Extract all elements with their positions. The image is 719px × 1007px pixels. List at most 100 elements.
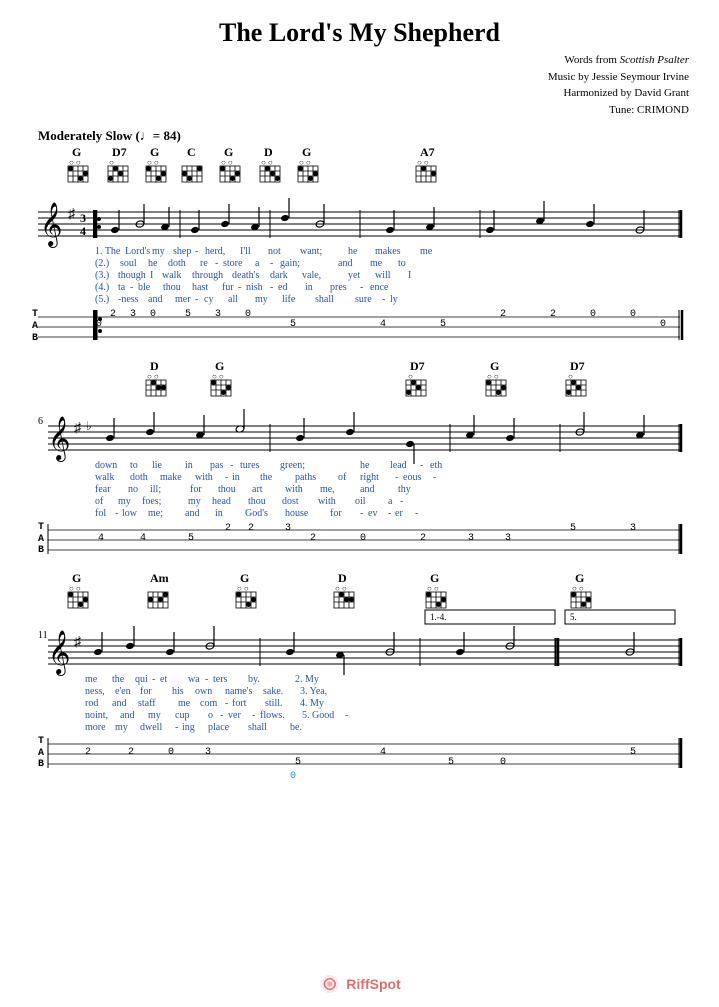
svg-text:3: 3 — [130, 309, 136, 320]
svg-text:3: 3 — [215, 309, 221, 320]
svg-text:a: a — [255, 258, 260, 269]
svg-text:my: my — [188, 496, 201, 507]
svg-text:3: 3 — [505, 533, 511, 544]
chord-grid-D7-1 — [108, 166, 128, 182]
svg-text:(3.): (3.) — [95, 270, 109, 281]
svg-text:walk: walk — [162, 270, 181, 281]
svg-text:0: 0 — [150, 309, 156, 320]
svg-text:and: and — [120, 710, 134, 721]
svg-text:for: for — [190, 484, 202, 495]
staff-section3: 11 𝄞 ♯ — [38, 626, 681, 676]
svg-text:still.: still. — [265, 698, 283, 709]
svg-text:-ness: -ness — [118, 294, 139, 305]
svg-text:-: - — [252, 710, 255, 721]
svg-text:shall: shall — [315, 294, 334, 305]
svg-text:paths: paths — [295, 472, 316, 483]
svg-text:down: down — [95, 460, 117, 471]
svg-text:5: 5 — [295, 757, 301, 768]
svg-text:I: I — [408, 270, 411, 281]
svg-text:5: 5 — [630, 747, 636, 758]
svg-text:in: in — [185, 460, 193, 471]
score-container: Moderately Slow (♩= 84) G ○ ○ D7 ○ — [30, 122, 690, 967]
svg-text:B: B — [38, 759, 44, 770]
svg-text:A: A — [38, 748, 44, 759]
svg-text:T: T — [38, 522, 44, 533]
svg-text:of: of — [95, 496, 104, 507]
chord-grid-C — [182, 166, 202, 182]
svg-text:he: he — [360, 460, 370, 471]
svg-text:(2.): (2.) — [95, 258, 109, 269]
svg-text:rod: rod — [85, 698, 98, 709]
svg-text:0: 0 — [168, 747, 174, 758]
svg-text:2. My: 2. My — [295, 674, 319, 685]
svg-text:2: 2 — [310, 533, 316, 544]
svg-text:I: I — [150, 270, 153, 281]
svg-text:re: re — [200, 258, 208, 269]
svg-text:-: - — [230, 460, 233, 471]
attribution-line4: Tune: CRIMOND — [30, 102, 689, 119]
svg-text:mer: mer — [175, 294, 191, 305]
svg-text:2: 2 — [128, 747, 134, 758]
svg-text:-: - — [382, 294, 385, 305]
svg-text:3. Yea,: 3. Yea, — [300, 686, 327, 697]
svg-text:right: right — [360, 472, 379, 483]
svg-text:2: 2 — [85, 747, 91, 758]
svg-text:♯: ♯ — [74, 421, 82, 436]
svg-text:I'll: I'll — [240, 246, 251, 257]
chord-grid-G-s3b — [236, 592, 256, 608]
watermark-label: RiffSpot — [346, 976, 400, 992]
svg-text:place: place — [208, 722, 230, 733]
svg-text:fur: fur — [222, 282, 234, 293]
svg-text:-: - — [433, 472, 436, 483]
svg-text:com: com — [200, 698, 217, 709]
svg-text:-: - — [388, 508, 391, 519]
svg-text:5: 5 — [440, 319, 446, 330]
svg-text:ill;: ill; — [150, 484, 161, 495]
svg-text:1. The: 1. The — [95, 246, 121, 257]
chord-grid-D2 — [146, 380, 166, 396]
lyrics-section3: me the qui - et wa - ters by. 2. My ness… — [85, 674, 348, 733]
svg-text:2: 2 — [225, 523, 231, 534]
svg-text:by.: by. — [248, 674, 260, 685]
svg-text:-: - — [195, 246, 198, 257]
svg-text:5: 5 — [185, 309, 191, 320]
chord-G-3: G — [224, 145, 233, 159]
song-title: The Lord's My Shepherd — [30, 18, 689, 48]
svg-text:pas: pas — [210, 460, 223, 471]
chord-grid-G-s3c — [426, 592, 446, 608]
svg-text:to: to — [130, 460, 138, 471]
svg-text:nish: nish — [246, 282, 263, 293]
riffspot-logo — [318, 973, 340, 995]
chord-grid-G3 — [220, 166, 240, 182]
svg-text:4: 4 — [380, 319, 386, 330]
svg-text:-: - — [220, 710, 223, 721]
svg-text:3: 3 — [205, 747, 211, 758]
chord-G-4: G — [302, 145, 311, 159]
lyrics-section2: down to lie in pas - tures green; he lea… — [95, 460, 442, 519]
svg-text:doth: doth — [168, 258, 186, 269]
svg-text:with: with — [195, 472, 213, 483]
svg-text:not: not — [268, 246, 281, 257]
svg-text:staff: staff — [138, 698, 156, 709]
svg-text:4: 4 — [80, 224, 86, 238]
svg-text:doth: doth — [130, 472, 148, 483]
svg-text:-: - — [270, 258, 273, 269]
svg-text:the: the — [112, 674, 125, 685]
score-svg: Moderately Slow (♩= 84) G ○ ○ D7 ○ — [30, 122, 690, 962]
svg-text:store: store — [223, 258, 243, 269]
svg-text:5.: 5. — [570, 612, 577, 622]
chord-grid-D7-s2c — [566, 380, 586, 396]
chord-G-1: G — [72, 145, 81, 159]
chord-grid-G-s3d — [571, 592, 591, 608]
svg-text:to: to — [398, 258, 406, 269]
svg-text:3: 3 — [630, 523, 636, 534]
svg-text:eth: eth — [430, 460, 442, 471]
svg-text:3: 3 — [80, 211, 86, 225]
svg-text:-: - — [175, 722, 178, 733]
svg-text:green;: green; — [280, 460, 305, 471]
svg-text:herd,: herd, — [205, 246, 225, 257]
svg-text:ver: ver — [228, 710, 241, 721]
svg-text:more: more — [85, 722, 106, 733]
svg-text:-: - — [205, 674, 208, 685]
svg-text:life: life — [282, 294, 296, 305]
